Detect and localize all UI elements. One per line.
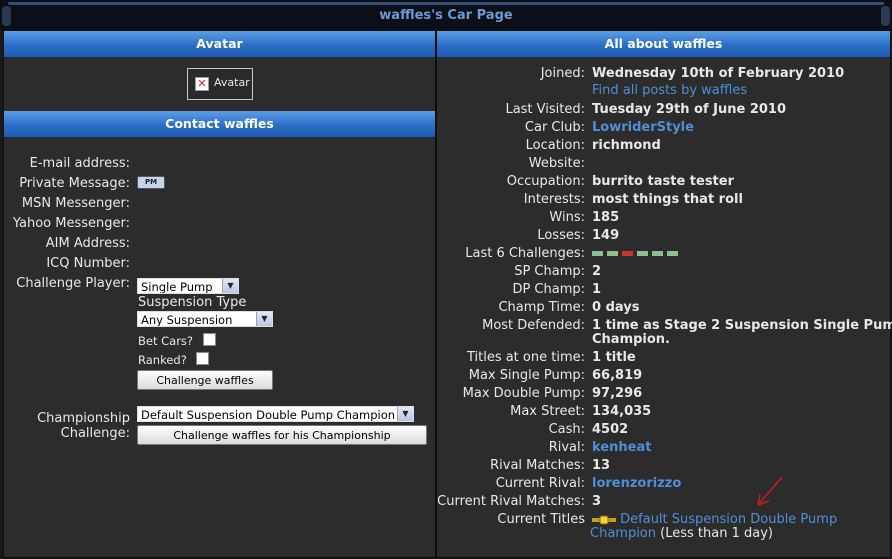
website-label: Website: xyxy=(528,156,585,171)
current-title-link-cont[interactable]: Champion xyxy=(590,526,656,541)
aim-label: AIM Address: xyxy=(45,236,130,251)
pm-label: Private Message: xyxy=(19,176,130,191)
challenge-button[interactable]: Challenge waffles xyxy=(137,370,273,390)
current-title-link[interactable]: Default Suspension Double Pump xyxy=(620,512,837,527)
dp-champ-label: DP Champ: xyxy=(512,282,585,297)
losses-value: 149 xyxy=(592,228,620,243)
max-single-pump-label: Max Single Pump: xyxy=(468,368,585,383)
current-title-note: (Less than 1 day) xyxy=(660,526,773,541)
interests-label: Interests: xyxy=(523,192,585,207)
wins-value: 185 xyxy=(592,210,620,225)
about-header: All about waffles xyxy=(437,31,890,58)
challenge-result-2 xyxy=(607,251,618,256)
msn-label: MSN Messenger: xyxy=(21,196,130,211)
last-visited-label: Last Visited: xyxy=(505,102,585,117)
sp-champ-value: 2 xyxy=(592,264,602,279)
ranked-checkbox[interactable] xyxy=(196,352,209,365)
max-street-label: Max Street: xyxy=(510,404,585,419)
contact-header: Contact waffles xyxy=(4,111,435,138)
pump-type-select[interactable]: Single Pump ▼ xyxy=(137,278,239,294)
championship-label-2: Challenge: xyxy=(60,426,130,441)
current-title-line-2: Champion (Less than 1 day) xyxy=(590,526,773,541)
titles-label: Titles at one time: xyxy=(466,350,585,365)
challenge-player-label: Challenge Player: xyxy=(16,276,130,291)
red-arrow-annotation xyxy=(757,476,783,506)
bet-cars-label: Bet Cars? xyxy=(138,334,194,348)
title-bar: waffles's Car Page xyxy=(0,0,892,30)
interests-value: most things that roll xyxy=(592,192,743,207)
challenge-result-6 xyxy=(667,251,678,256)
last-challenges-indicator xyxy=(592,246,682,261)
left-panel: Avatar ✕ Avatar Contact waffles E-mail a… xyxy=(3,30,436,558)
cash-value: 4502 xyxy=(592,422,629,437)
rival-link[interactable]: kenheat xyxy=(592,440,651,455)
bet-cars-checkbox[interactable] xyxy=(203,333,216,346)
rival-matches-label: Rival Matches: xyxy=(490,458,585,473)
current-rival-link[interactable]: lorenzorizzo xyxy=(592,476,681,491)
joined-label: Joined: xyxy=(540,66,585,81)
challenge-result-3 xyxy=(622,251,633,256)
car-club-link[interactable]: LowriderStyle xyxy=(592,120,694,135)
location-label: Location: xyxy=(525,138,585,153)
page-title: waffles's Car Page xyxy=(379,8,513,23)
sp-champ-label: SP Champ: xyxy=(514,264,585,279)
current-titles-label: Current Titles xyxy=(497,512,585,527)
location-value: richmond xyxy=(592,138,661,153)
most-defended-value-cont: Champion. xyxy=(592,332,670,347)
rival-label: Rival: xyxy=(548,440,585,455)
championship-select[interactable]: Default Suspension Double Pump Champion … xyxy=(137,406,414,422)
last-visited-value: Tuesday 29th of June 2010 xyxy=(592,102,786,117)
wins-label: Wins: xyxy=(549,210,585,225)
titles-value: 1 title xyxy=(592,350,636,365)
suspension-select[interactable]: Any Suspension ▼ xyxy=(137,311,273,327)
rival-matches-value: 13 xyxy=(592,458,611,473)
find-posts-link[interactable]: Find all posts by waffles xyxy=(592,83,747,98)
car-club-label: Car Club: xyxy=(524,120,585,135)
suspension-value: Any Suspension xyxy=(141,313,233,327)
current-rival-matches-label: Current Rival Matches: xyxy=(437,494,585,509)
occupation-label: Occupation: xyxy=(506,174,585,189)
most-defended-value: 1 time as Stage 2 Suspension Single Pump xyxy=(592,318,892,333)
chevron-down-icon: ▼ xyxy=(222,279,238,293)
challenge-result-1 xyxy=(592,251,603,256)
chevron-down-icon: ▼ xyxy=(397,407,413,421)
right-panel: All about waffles Joined: Wednesday 10th… xyxy=(436,30,892,558)
most-defended-label: Most Defended: xyxy=(482,318,585,333)
avatar-header: Avatar xyxy=(4,31,435,58)
chevron-down-icon: ▼ xyxy=(256,312,272,326)
occupation-value: burrito taste tester xyxy=(592,174,735,189)
challenge-result-5 xyxy=(652,251,663,256)
suspension-type-label: Suspension Type xyxy=(138,295,247,310)
max-double-pump-label: Max Double Pump: xyxy=(462,386,585,401)
max-single-pump-value: 66,819 xyxy=(592,368,643,383)
max-street-value: 134,035 xyxy=(592,404,652,419)
ranked-label: Ranked? xyxy=(138,353,187,367)
avatar: ✕ Avatar xyxy=(187,68,253,100)
avatar-alt-text: Avatar xyxy=(214,76,250,89)
email-label: E-mail address: xyxy=(29,156,130,171)
max-double-pump-value: 97,296 xyxy=(592,386,643,401)
cash-label: Cash: xyxy=(548,422,585,437)
joined-value: Wednesday 10th of February 2010 xyxy=(592,66,845,81)
pump-type-value: Single Pump xyxy=(141,280,213,294)
champ-time-value: 0 days xyxy=(592,300,640,315)
current-rival-label: Current Rival: xyxy=(495,476,585,491)
current-title-line: Default Suspension Double Pump xyxy=(592,512,837,527)
dp-champ-value: 1 xyxy=(592,282,602,297)
championship-belt-icon xyxy=(592,515,616,524)
yahoo-label: Yahoo Messenger: xyxy=(12,216,130,231)
current-rival-matches-value: 3 xyxy=(592,494,602,509)
losses-label: Losses: xyxy=(537,228,585,243)
broken-image-icon: ✕ xyxy=(195,77,209,91)
championship-challenge-button[interactable]: Challenge waffles for his Championship xyxy=(137,425,427,445)
championship-value: Default Suspension Double Pump Champion xyxy=(141,408,396,422)
champ-time-label: Champ Time: xyxy=(498,300,585,315)
championship-label: Championship xyxy=(37,411,130,426)
icq-label: ICQ Number: xyxy=(46,256,130,271)
last-challenges-label: Last 6 Challenges: xyxy=(465,246,585,261)
challenge-result-4 xyxy=(637,251,648,256)
title-bar-rule xyxy=(8,2,884,5)
private-message-icon[interactable]: PM xyxy=(137,176,165,189)
